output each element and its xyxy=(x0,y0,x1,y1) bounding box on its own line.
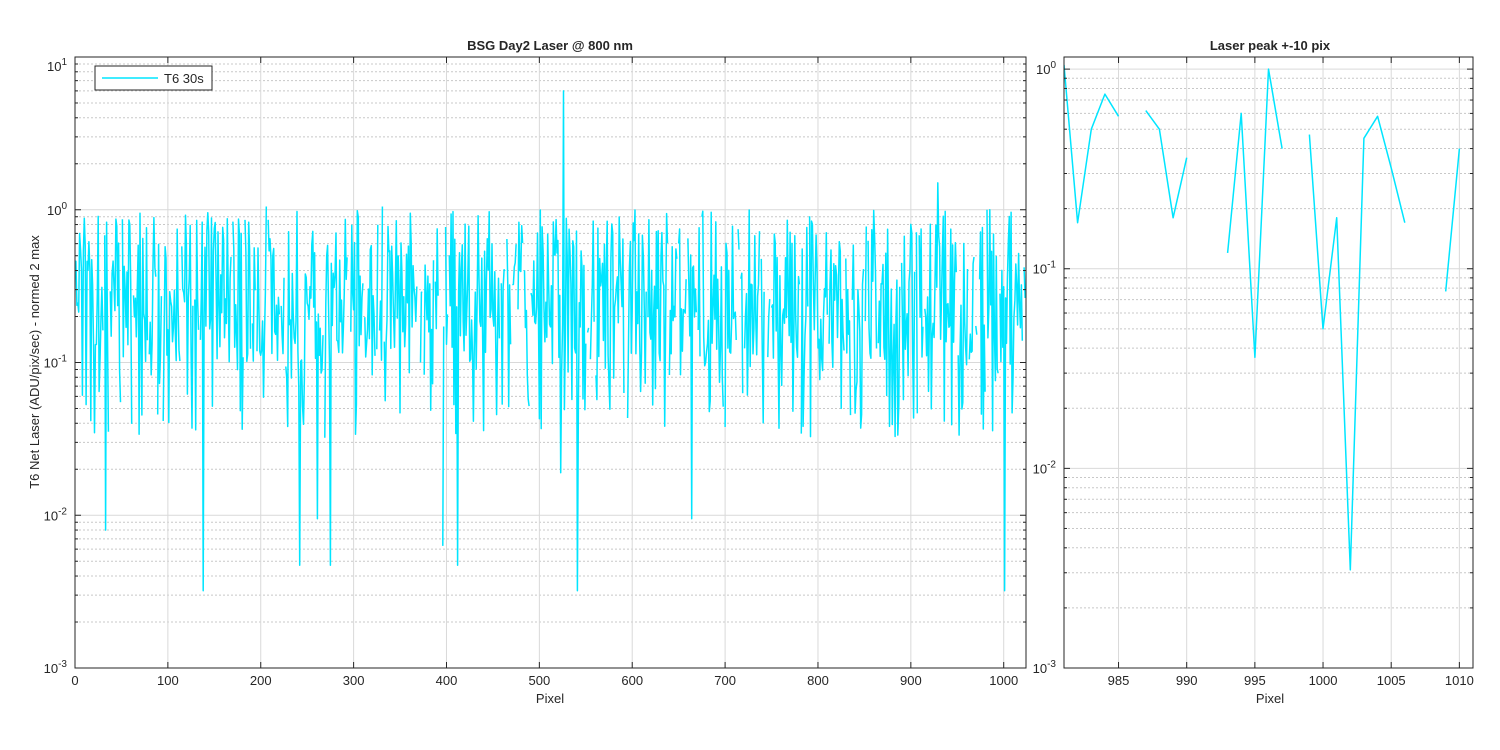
zoom-title: Laser peak +-10 pix xyxy=(1210,38,1331,53)
x-tick-label: 985 xyxy=(1108,673,1130,688)
x-tick-label: 300 xyxy=(343,673,365,688)
y-tick-exponent: 1 xyxy=(61,57,67,68)
y-tick-exponent: -1 xyxy=(1047,260,1056,271)
main-title: BSG Day2 Laser @ 800 nm xyxy=(467,38,633,53)
x-tick-label: 800 xyxy=(807,673,829,688)
y-tick-base: 10 xyxy=(44,508,58,523)
y-tick-base: 10 xyxy=(1033,661,1047,676)
y-tick-exponent: -3 xyxy=(1047,659,1056,670)
y-tick-base: 10 xyxy=(1033,262,1047,277)
main-x-axis-label: Pixel xyxy=(536,691,564,706)
y-tick-exponent: 0 xyxy=(61,201,67,212)
x-tick-label: 1000 xyxy=(1309,673,1338,688)
x-tick-label: 1005 xyxy=(1377,673,1406,688)
x-tick-label: 400 xyxy=(436,673,458,688)
main-y-axis-label: T6 Net Laser (ADU/pix/sec) - normed 2 ma… xyxy=(27,235,42,489)
x-tick-label: 200 xyxy=(250,673,272,688)
y-tick-exponent: -1 xyxy=(58,354,67,365)
y-tick-base: 10 xyxy=(1036,62,1050,77)
y-tick-exponent: -3 xyxy=(58,659,67,670)
x-tick-label: 995 xyxy=(1244,673,1266,688)
x-tick-label: 700 xyxy=(714,673,736,688)
x-tick-label: 600 xyxy=(621,673,643,688)
y-tick-exponent: -2 xyxy=(58,506,67,517)
legend: T6 30s xyxy=(94,65,213,91)
x-tick-label: 1010 xyxy=(1445,673,1474,688)
y-tick-base: 10 xyxy=(44,356,58,371)
zoom-x-axis-label: Pixel xyxy=(1256,691,1284,706)
y-tick-base: 10 xyxy=(1033,461,1047,476)
zoom-plot: 985 990 995 1000 1005 1010 10-310-210-1100 La… xyxy=(1033,38,1474,706)
x-tick-label: 0 xyxy=(71,673,78,688)
x-tick-label: 900 xyxy=(900,673,922,688)
y-tick-base: 10 xyxy=(47,203,61,218)
x-tick-label: 500 xyxy=(529,673,551,688)
y-tick-exponent: -2 xyxy=(1047,459,1056,470)
x-tick-label: 1000 xyxy=(989,673,1018,688)
figure: 0 100 200 300 400 500 600 700 800 900 1000 10-310-… xyxy=(0,0,1500,750)
y-tick-base: 10 xyxy=(44,661,58,676)
x-tick-label: 100 xyxy=(157,673,179,688)
x-tick-label: 990 xyxy=(1176,673,1198,688)
y-tick-base: 10 xyxy=(47,59,61,74)
y-tick-exponent: 0 xyxy=(1050,60,1056,71)
legend-entry-label: T6 30s xyxy=(164,71,204,86)
main-plot: 0 100 200 300 400 500 600 700 800 900 1000 10-310-… xyxy=(27,38,1027,706)
